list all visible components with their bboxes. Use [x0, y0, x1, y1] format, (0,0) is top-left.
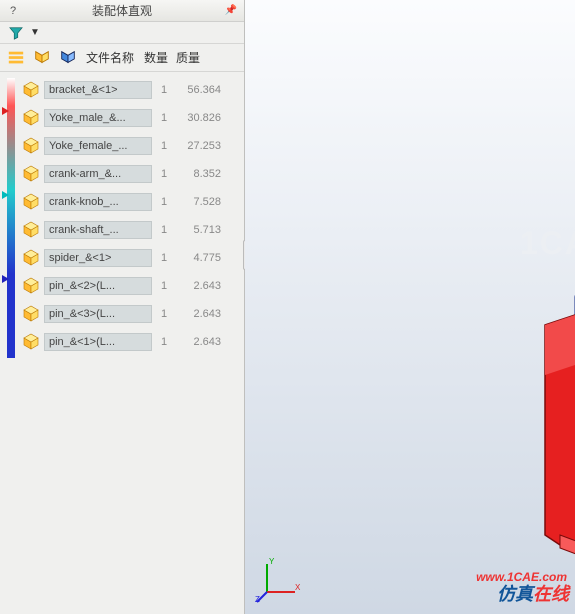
svg-text:X: X — [295, 583, 301, 592]
list-item[interactable]: Yoke_male_&... 1 30.826 — [22, 104, 244, 132]
side-panel: ? 装配体直观 📌 ▼ 文件名称 数量 质量 bracket_&<1> 1 56.3… — [0, 0, 245, 614]
part-qty: 1 — [156, 252, 172, 264]
part-qty: 1 — [156, 196, 172, 208]
panel-toolbar: 文件名称 数量 质量 — [0, 44, 244, 72]
part-qty: 1 — [156, 336, 172, 348]
part-icon — [22, 193, 40, 211]
svg-text:Y: Y — [269, 557, 275, 566]
part-name: pin_&<2>(L... — [44, 277, 152, 295]
part-name: spider_&<1> — [44, 249, 152, 267]
list-item[interactable]: crank-arm_&... 1 8.352 — [22, 160, 244, 188]
part-icon — [22, 249, 40, 267]
mass-gradient-bar[interactable] — [4, 78, 18, 358]
part-name: pin_&<3>(L... — [44, 305, 152, 323]
part-mass: 56.364 — [176, 84, 221, 96]
part-mass: 30.826 — [176, 112, 221, 124]
watermark-text: 1CAE.COM — [520, 225, 575, 262]
part-mass: 2.643 — [176, 308, 221, 320]
part-icon — [22, 305, 40, 323]
part-qty: 1 — [156, 112, 172, 124]
part-mass: 27.253 — [176, 140, 221, 152]
part-qty: 1 — [156, 280, 172, 292]
column-header-mass[interactable]: 质量 — [176, 49, 200, 66]
gradient-marker[interactable] — [2, 107, 9, 115]
part-icon — [22, 81, 40, 99]
list-item[interactable]: crank-shaft_... 1 5.713 — [22, 216, 244, 244]
filter-bar: ▼ — [0, 22, 244, 44]
part-name: crank-shaft_... — [44, 221, 152, 239]
part-icon — [22, 165, 40, 183]
part-qty: 1 — [156, 224, 172, 236]
part-icon — [22, 277, 40, 295]
list-item[interactable]: bracket_&<1> 1 56.364 — [22, 76, 244, 104]
part-name: crank-arm_&... — [44, 165, 152, 183]
view-triad-icon[interactable]: Y X Z — [255, 554, 305, 604]
panel-title: 装配体直观 — [20, 2, 224, 19]
filter-dropdown-icon[interactable]: ▼ — [30, 27, 40, 38]
list-item[interactable]: Yoke_female_... 1 27.253 — [22, 132, 244, 160]
part-name: Yoke_female_... — [44, 137, 152, 155]
part-mass: 4.775 — [176, 252, 221, 264]
part-mass: 2.643 — [176, 280, 221, 292]
flat-view-icon[interactable] — [6, 48, 26, 68]
column-header-name[interactable]: 文件名称 — [86, 49, 134, 66]
list-item[interactable]: pin_&<1>(L... 1 2.643 — [22, 328, 244, 356]
brand-logo: 仿真在线 — [497, 580, 569, 606]
list-item[interactable]: crank-knob_... 1 7.528 — [22, 188, 244, 216]
part-icon — [22, 333, 40, 351]
panel-titlebar: ? 装配体直观 📌 — [0, 0, 244, 22]
part-icon — [22, 137, 40, 155]
list-item[interactable]: pin_&<3>(L... 1 2.643 — [22, 300, 244, 328]
part-mass: 2.643 — [176, 336, 221, 348]
part-qty: 1 — [156, 84, 172, 96]
part-name: Yoke_male_&... — [44, 109, 152, 127]
filter-icon[interactable] — [6, 23, 26, 43]
part-mass: 5.713 — [176, 224, 221, 236]
gradient-marker[interactable] — [2, 191, 9, 199]
gradient-marker[interactable] — [2, 275, 9, 283]
column-header-qty[interactable]: 数量 — [144, 49, 168, 66]
list-item[interactable]: spider_&<1> 1 4.775 — [22, 244, 244, 272]
list-item[interactable]: pin_&<2>(L... 1 2.643 — [22, 272, 244, 300]
part-icon — [22, 109, 40, 127]
grouped-view-icon[interactable] — [58, 48, 78, 68]
part-name: bracket_&<1> — [44, 81, 152, 99]
pin-icon[interactable]: 📌 — [224, 4, 238, 18]
part-icon — [22, 221, 40, 239]
part-qty: 1 — [156, 140, 172, 152]
svg-text:Z: Z — [255, 595, 260, 604]
part-mass: 8.352 — [176, 168, 221, 180]
assembly-model — [530, 35, 575, 595]
component-list: bracket_&<1> 1 56.364 Yoke_male_&... 1 30.826… — [22, 76, 244, 356]
part-qty: 1 — [156, 308, 172, 320]
part-name: pin_&<1>(L... — [44, 333, 152, 351]
help-icon[interactable]: ? — [6, 4, 20, 18]
part-name: crank-knob_... — [44, 193, 152, 211]
nested-view-icon[interactable] — [32, 48, 52, 68]
part-qty: 1 — [156, 168, 172, 180]
part-mass: 7.528 — [176, 196, 221, 208]
graphics-viewport[interactable]: 1CAE.COM Y X Z w — [245, 0, 575, 614]
